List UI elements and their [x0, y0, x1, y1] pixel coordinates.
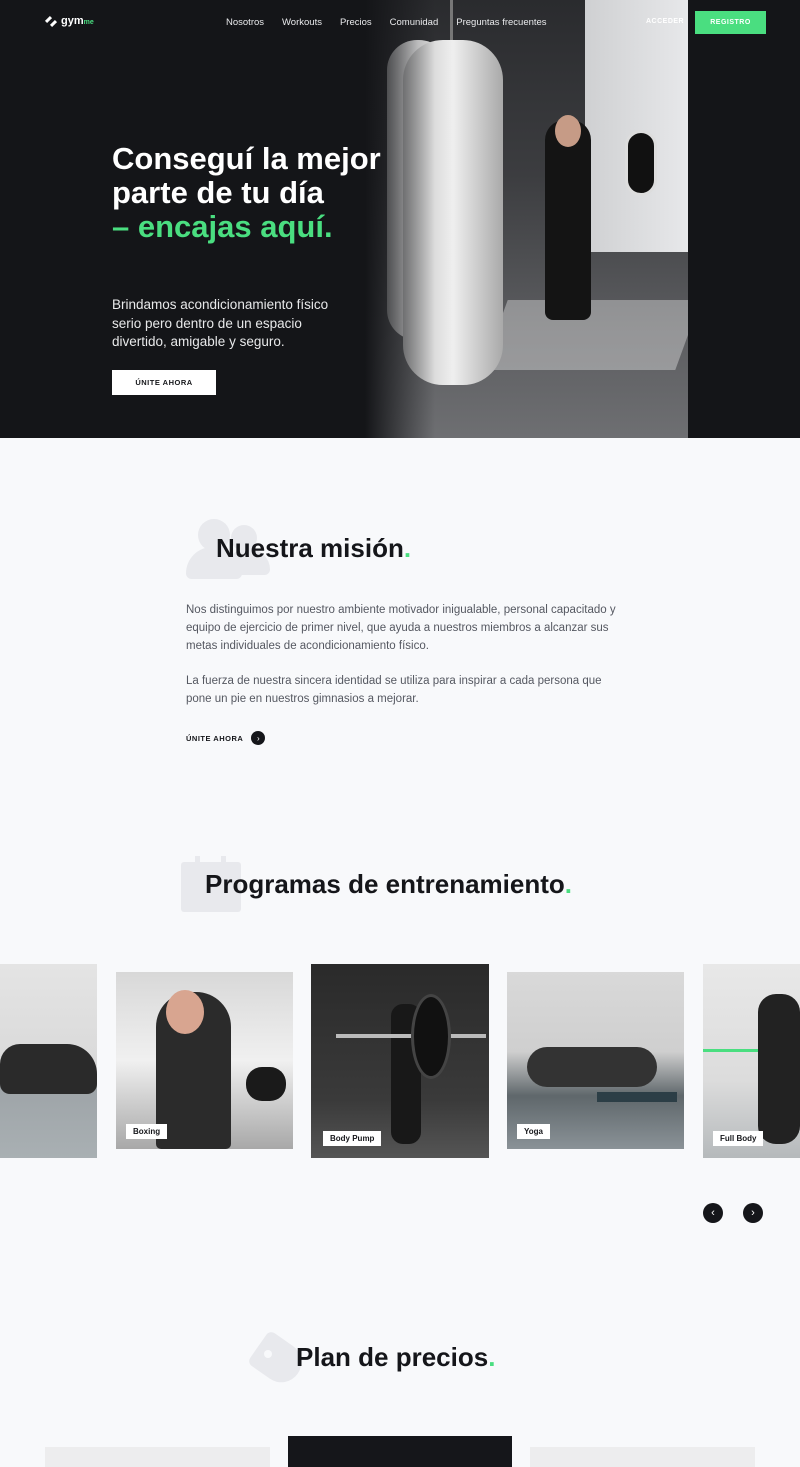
mission-title: Nuestra misión. [216, 533, 412, 563]
hero-subtitle: Brindamos acondicionamiento físico serio… [112, 297, 329, 349]
top-nav: gymme Nosotros Workouts Precios Comunida… [0, 0, 800, 46]
register-button[interactable]: REGISTRO [695, 11, 766, 34]
pricing-plan-card-featured [288, 1436, 512, 1467]
mission-join-link[interactable]: ÚNITE AHORA › [186, 731, 266, 745]
programs-title: Programas de entrenamiento. [205, 869, 573, 899]
pricing-plan-card [530, 1447, 755, 1467]
nav-link-comunidad[interactable]: Comunidad [390, 17, 439, 28]
program-card-label: Boxing [126, 1124, 168, 1139]
nav-link-nosotros[interactable]: Nosotros [226, 17, 264, 28]
program-card-label: Body Pump [323, 1131, 382, 1146]
carousel-prev-button[interactable]: ‹ [703, 1203, 723, 1223]
logo-text: gym [61, 15, 84, 27]
logo-suffix: me [83, 19, 94, 26]
arrow-right-icon: › [251, 731, 266, 745]
logo-icon [45, 15, 57, 27]
program-card-label: Full Body [713, 1131, 764, 1146]
program-card-yoga[interactable]: Yoga [507, 972, 684, 1149]
program-card-boxing[interactable]: Boxing [116, 972, 293, 1149]
hero-section: gymme Nosotros Workouts Precios Comunida… [0, 0, 800, 438]
nav-link-workouts[interactable]: Workouts [282, 17, 322, 28]
program-card-bodypump[interactable]: Body Pump [311, 964, 489, 1158]
nav-link-precios[interactable]: Precios [340, 17, 372, 28]
mission-join-label: ÚNITE AHORA [186, 733, 244, 743]
hero-join-button[interactable]: ÚNITE AHORA [112, 370, 216, 395]
hero-title-main: Conseguí la mejor parte de tu día [112, 141, 381, 210]
program-card-partial-left[interactable] [0, 964, 97, 1158]
nav-link-faq[interactable]: Preguntas frecuentes [456, 17, 546, 28]
chevron-right-icon: › [751, 1207, 755, 1219]
hero-title: Conseguí la mejor parte de tu día – enca… [112, 142, 382, 244]
login-link[interactable]: ACCEDER [646, 18, 684, 25]
pricing-title: Plan de precios. [296, 1342, 496, 1372]
hero-title-accent: – encajas aquí. [112, 209, 333, 244]
logo[interactable]: gymme [45, 15, 94, 27]
mission-paragraph-1: Nos distinguimos por nuestro ambiente mo… [186, 604, 616, 652]
carousel-next-button[interactable]: › [743, 1203, 763, 1223]
program-card-fullbody[interactable]: Full Body [703, 964, 800, 1158]
program-card-label: Yoga [517, 1124, 550, 1139]
chevron-left-icon: ‹ [711, 1207, 715, 1219]
pricing-plan-card [45, 1447, 270, 1467]
mission-paragraph-2: La fuerza de nuestra sincera identidad s… [186, 675, 602, 705]
nav-links: Nosotros Workouts Precios Comunidad Preg… [226, 17, 547, 28]
